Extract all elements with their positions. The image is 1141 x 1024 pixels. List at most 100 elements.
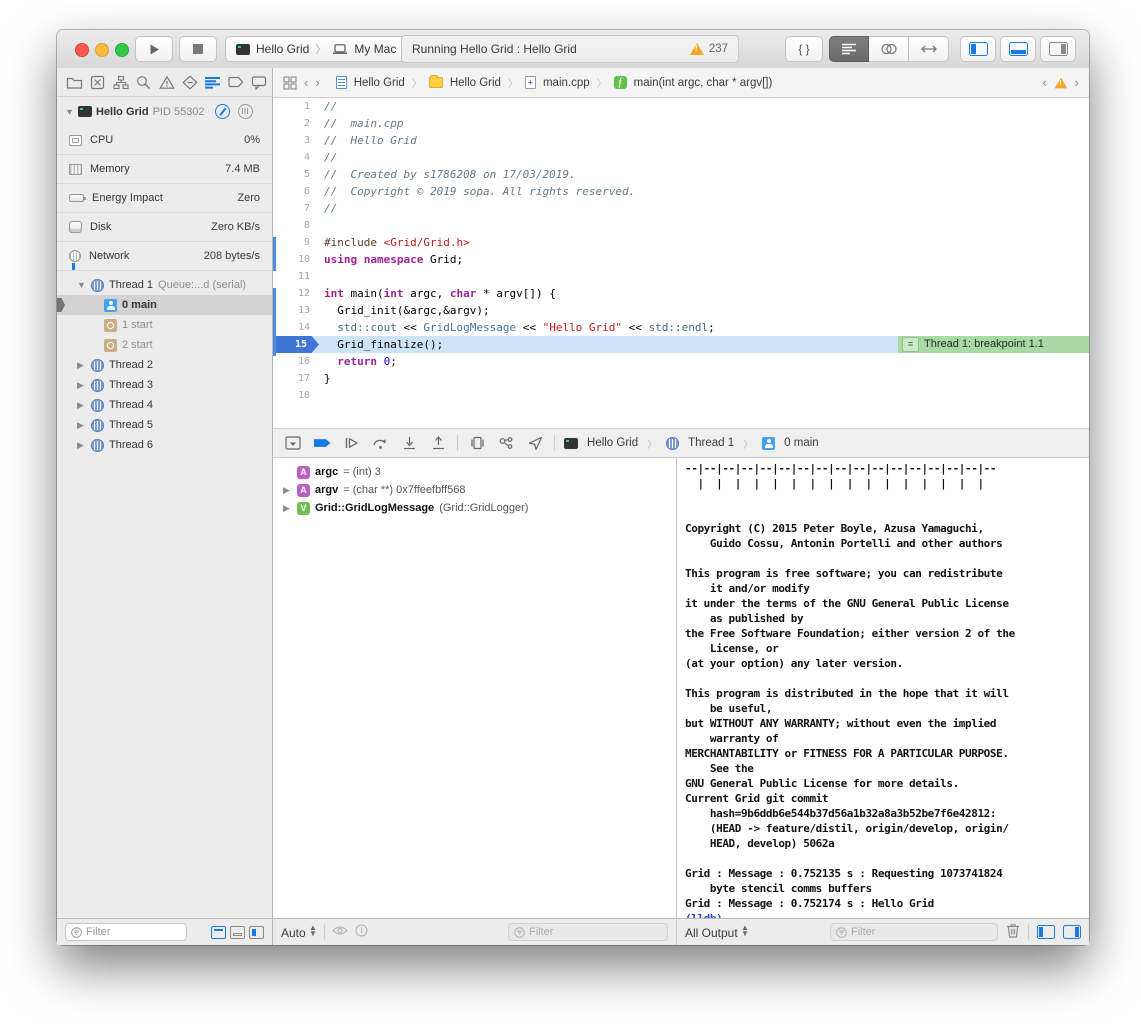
line-number[interactable]: 18 <box>273 387 319 404</box>
navigator-filter-field[interactable]: Filter <box>65 923 187 941</box>
filter-flagged-threads-icon[interactable] <box>211 926 226 939</box>
source-editor[interactable]: 1//2// main.cpp3// Hello Grid4//5// Crea… <box>273 98 1089 428</box>
activity-viewer[interactable]: Running Hello Grid : Hello Grid 237 <box>401 35 739 63</box>
debug-view-hierarchy-button[interactable] <box>467 433 487 453</box>
debugbar-crumb-thread[interactable]: Thread 1 <box>688 437 734 449</box>
breakpoint-annotation[interactable]: =Thread 1: breakpoint 1.1 <box>898 336 1089 353</box>
variable-row[interactable]: ▶Aargv= (char **) 0x7ffeefbff568 <box>273 481 676 499</box>
breakpoints-toggle-button[interactable] <box>312 433 332 453</box>
variable-row[interactable]: Aargc= (int) 3 <box>273 463 676 481</box>
variables-filter-field[interactable]: Filter <box>508 923 668 941</box>
thread-row[interactable]: ▶Thread 4 <box>57 395 272 415</box>
gauge-row-memory[interactable]: Memory7.4 MB <box>57 155 272 184</box>
disclosure-closed-icon[interactable]: ▶ <box>77 420 86 431</box>
line-number[interactable]: 13 <box>273 302 319 319</box>
related-items-icon[interactable] <box>283 76 297 90</box>
close-button[interactable] <box>75 43 89 57</box>
code-line[interactable]: 14 std::cout << GridLogMessage << "Hello… <box>273 319 1089 336</box>
gauge-row-disk[interactable]: DiskZero KB/s <box>57 213 272 242</box>
next-issue-icon[interactable]: › <box>1075 75 1079 90</box>
jumpbar-crumb-project[interactable]: Hello Grid <box>354 77 405 89</box>
toggle-navigator-button[interactable] <box>960 36 996 62</box>
code-line[interactable]: 13 Grid_init(&argc,&argv); <box>273 302 1089 319</box>
minimize-button[interactable] <box>95 43 109 57</box>
line-number[interactable]: 5 <box>273 166 319 183</box>
issue-navigator-icon[interactable] <box>156 71 177 93</box>
line-number[interactable]: 2 <box>273 115 319 132</box>
disclosure-closed-icon[interactable]: ▶ <box>77 440 86 451</box>
thread-row[interactable]: ▶Thread 6 <box>57 435 272 455</box>
view-process-by-queue-icon[interactable] <box>230 926 245 939</box>
line-number[interactable]: 9 <box>273 234 319 251</box>
clear-console-button[interactable] <box>1006 923 1020 941</box>
line-number[interactable]: 12 <box>273 285 319 302</box>
line-number[interactable]: 3 <box>273 132 319 149</box>
quicklook-eye-icon[interactable] <box>332 925 348 939</box>
code-line[interactable]: 17} <box>273 370 1089 387</box>
jumpbar-crumb-symbol[interactable]: main(int argc, char * argv[]) <box>634 77 773 89</box>
code-line[interactable]: 1// <box>273 98 1089 115</box>
issue-warning-icon[interactable] <box>1054 77 1067 88</box>
disclosure-closed-icon[interactable]: ▶ <box>77 380 86 391</box>
process-row[interactable]: ▼ Hello Grid PID 55302 <box>57 99 272 124</box>
standard-editor-button[interactable] <box>829 36 869 62</box>
report-navigator-icon[interactable] <box>248 71 269 93</box>
zoom-button[interactable] <box>115 43 129 57</box>
project-navigator-icon[interactable] <box>64 71 85 93</box>
line-number[interactable]: 7 <box>273 200 319 217</box>
scope-selector[interactable]: Auto ▲▼ <box>281 925 317 940</box>
toggle-variables-view-button[interactable] <box>1037 925 1055 939</box>
disclosure-closed-icon[interactable]: ▶ <box>283 503 292 514</box>
find-navigator-icon[interactable] <box>133 71 154 93</box>
thread-row[interactable]: ▶Thread 5 <box>57 415 272 435</box>
code-line[interactable]: 15 Grid_finalize();=Thread 1: breakpoint… <box>273 336 1089 353</box>
disclosure-open-icon[interactable]: ▼ <box>65 107 74 117</box>
thread-row[interactable]: ▼Thread 1Queue:...d (serial) <box>57 275 272 295</box>
console-output[interactable]: --|--|--|--|--|--|--|--|--|--|--|--|--|-… <box>677 458 1089 918</box>
breakpoint-indicator[interactable]: 15 <box>273 336 319 353</box>
line-number[interactable]: 10 <box>273 251 319 268</box>
line-number[interactable]: 14 <box>273 319 319 336</box>
run-button[interactable] <box>135 36 173 62</box>
go-forward-icon[interactable]: › <box>315 75 319 90</box>
thread-row[interactable]: ▶Thread 3 <box>57 375 272 395</box>
toggle-inspectors-button[interactable] <box>1040 36 1076 62</box>
variables-view[interactable]: Aargc= (int) 3▶Aargv= (char **) 0x7ffeef… <box>273 458 676 918</box>
assistant-editor-button[interactable] <box>869 36 909 62</box>
code-line[interactable]: 18 <box>273 387 1089 404</box>
line-number[interactable]: 17 <box>273 370 319 387</box>
version-editor-button[interactable] <box>909 36 949 62</box>
step-into-button[interactable] <box>399 433 419 453</box>
disclosure-open-icon[interactable]: ▼ <box>77 280 86 290</box>
code-line[interactable]: 10using namespace Grid; <box>273 251 1089 268</box>
stack-frame-row[interactable]: 2 start <box>57 335 272 355</box>
profile-process-icon[interactable] <box>238 104 253 119</box>
source-control-navigator-icon[interactable] <box>87 71 108 93</box>
annotation-action-icon[interactable]: = <box>902 337 919 352</box>
output-selector[interactable]: All Output ▲▼ <box>685 925 749 940</box>
gauge-row-energy-impact[interactable]: Energy ImpactZero <box>57 184 272 213</box>
previous-issue-icon[interactable]: ‹ <box>1042 75 1046 90</box>
disclosure-closed-icon[interactable]: ▶ <box>77 400 86 411</box>
code-line[interactable]: 12int main(int argc, char * argv[]) { <box>273 285 1089 302</box>
code-line[interactable]: 7// <box>273 200 1089 217</box>
go-back-icon[interactable]: ‹ <box>304 75 308 90</box>
jumpbar-crumb-file[interactable]: main.cpp <box>543 77 590 89</box>
console-filter-field[interactable]: Filter <box>830 923 998 941</box>
code-line[interactable]: 16 return 0; <box>273 353 1089 370</box>
info-icon[interactable] <box>355 924 368 940</box>
stop-button[interactable] <box>179 36 217 62</box>
jumpbar-crumb-group[interactable]: Hello Grid <box>450 77 501 89</box>
disclosure-closed-icon[interactable]: ▶ <box>283 485 292 496</box>
pause-process-icon[interactable] <box>215 104 230 119</box>
disclosure-closed-icon[interactable]: ▶ <box>77 360 86 371</box>
stack-frame-row[interactable]: 0 main <box>57 295 272 315</box>
line-number[interactable]: 1 <box>273 98 319 115</box>
code-line[interactable]: 9#include <Grid/Grid.h> <box>273 234 1089 251</box>
toggle-debug-area-button[interactable] <box>1000 36 1036 62</box>
step-over-button[interactable] <box>370 433 390 453</box>
line-number[interactable]: 16 <box>273 353 319 370</box>
debugbar-crumb-process[interactable]: Hello Grid <box>587 437 638 449</box>
line-number[interactable]: 4 <box>273 149 319 166</box>
gauge-row-cpu[interactable]: CPU0% <box>57 126 272 155</box>
